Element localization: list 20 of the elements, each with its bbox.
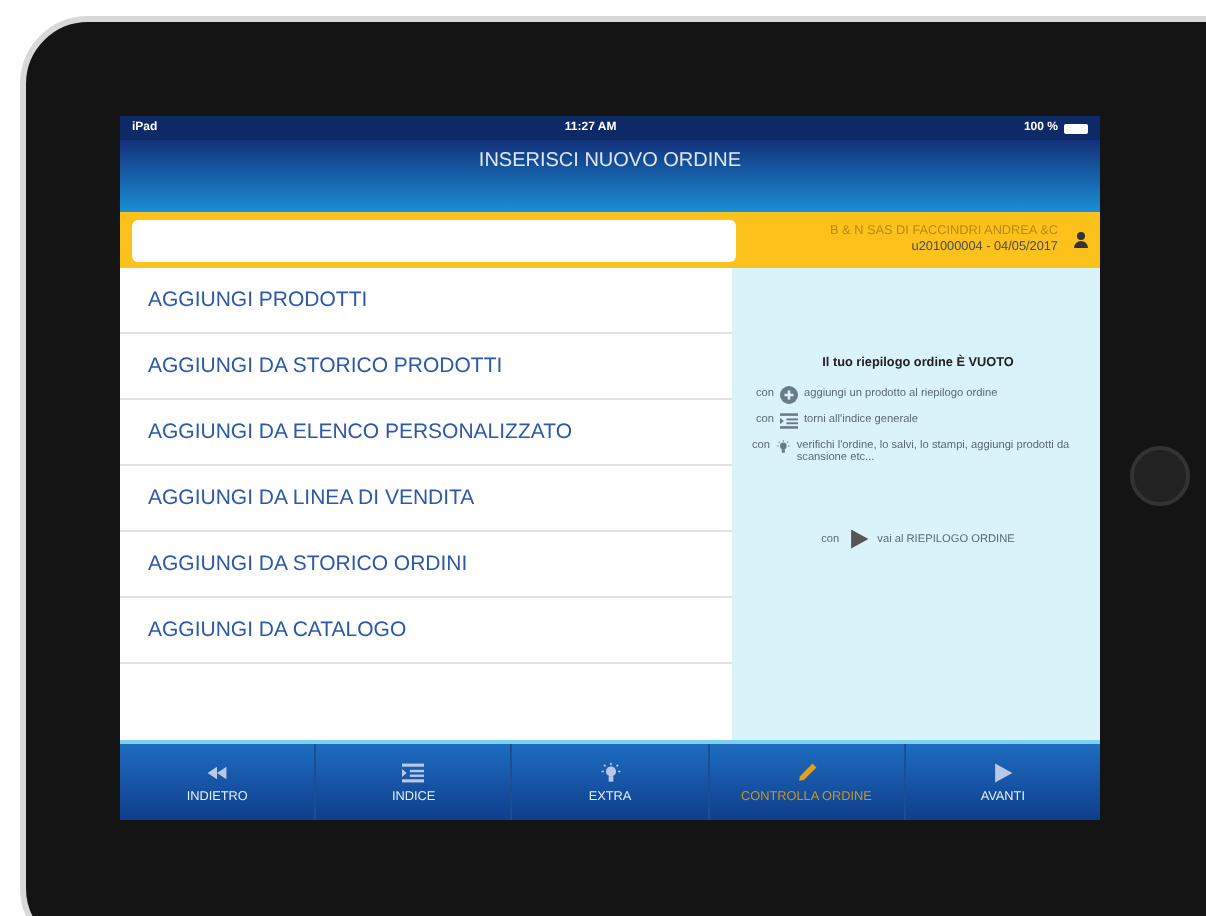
rewind-icon [206,761,229,783]
battery-icon [1063,123,1088,133]
list-indent-icon [402,761,425,783]
menu-item[interactable]: AGGIUNGI DA ELENCO PERSONALIZZATO [120,400,732,466]
light-bulb-icon [599,761,621,783]
play-icon [991,761,1014,783]
search-field[interactable] [132,219,736,261]
home-button[interactable] [1130,446,1190,506]
play-icon [847,528,870,550]
menu-item[interactable]: AGGIUNGI DA STORICO PRODOTTI [120,334,732,400]
pencil-icon [795,761,818,783]
list-indent-icon [780,412,798,430]
menu-item[interactable]: AGGIUNGI DA CATALOGO [120,598,732,664]
plus-circle-icon [780,386,798,404]
user-icon [1074,232,1088,248]
menu-item[interactable]: AGGIUNGI DA LINEA DI VENDITA [120,466,732,532]
menu-item[interactable]: AGGIUNGI DA STORICO ORDINI [120,532,732,598]
menu-item[interactable]: AGGIUNGI PRODOTTI [120,268,732,334]
light-bulb-icon [776,438,791,456]
screen-title: INSERISCI NUOVO ORDINE [478,150,742,176]
